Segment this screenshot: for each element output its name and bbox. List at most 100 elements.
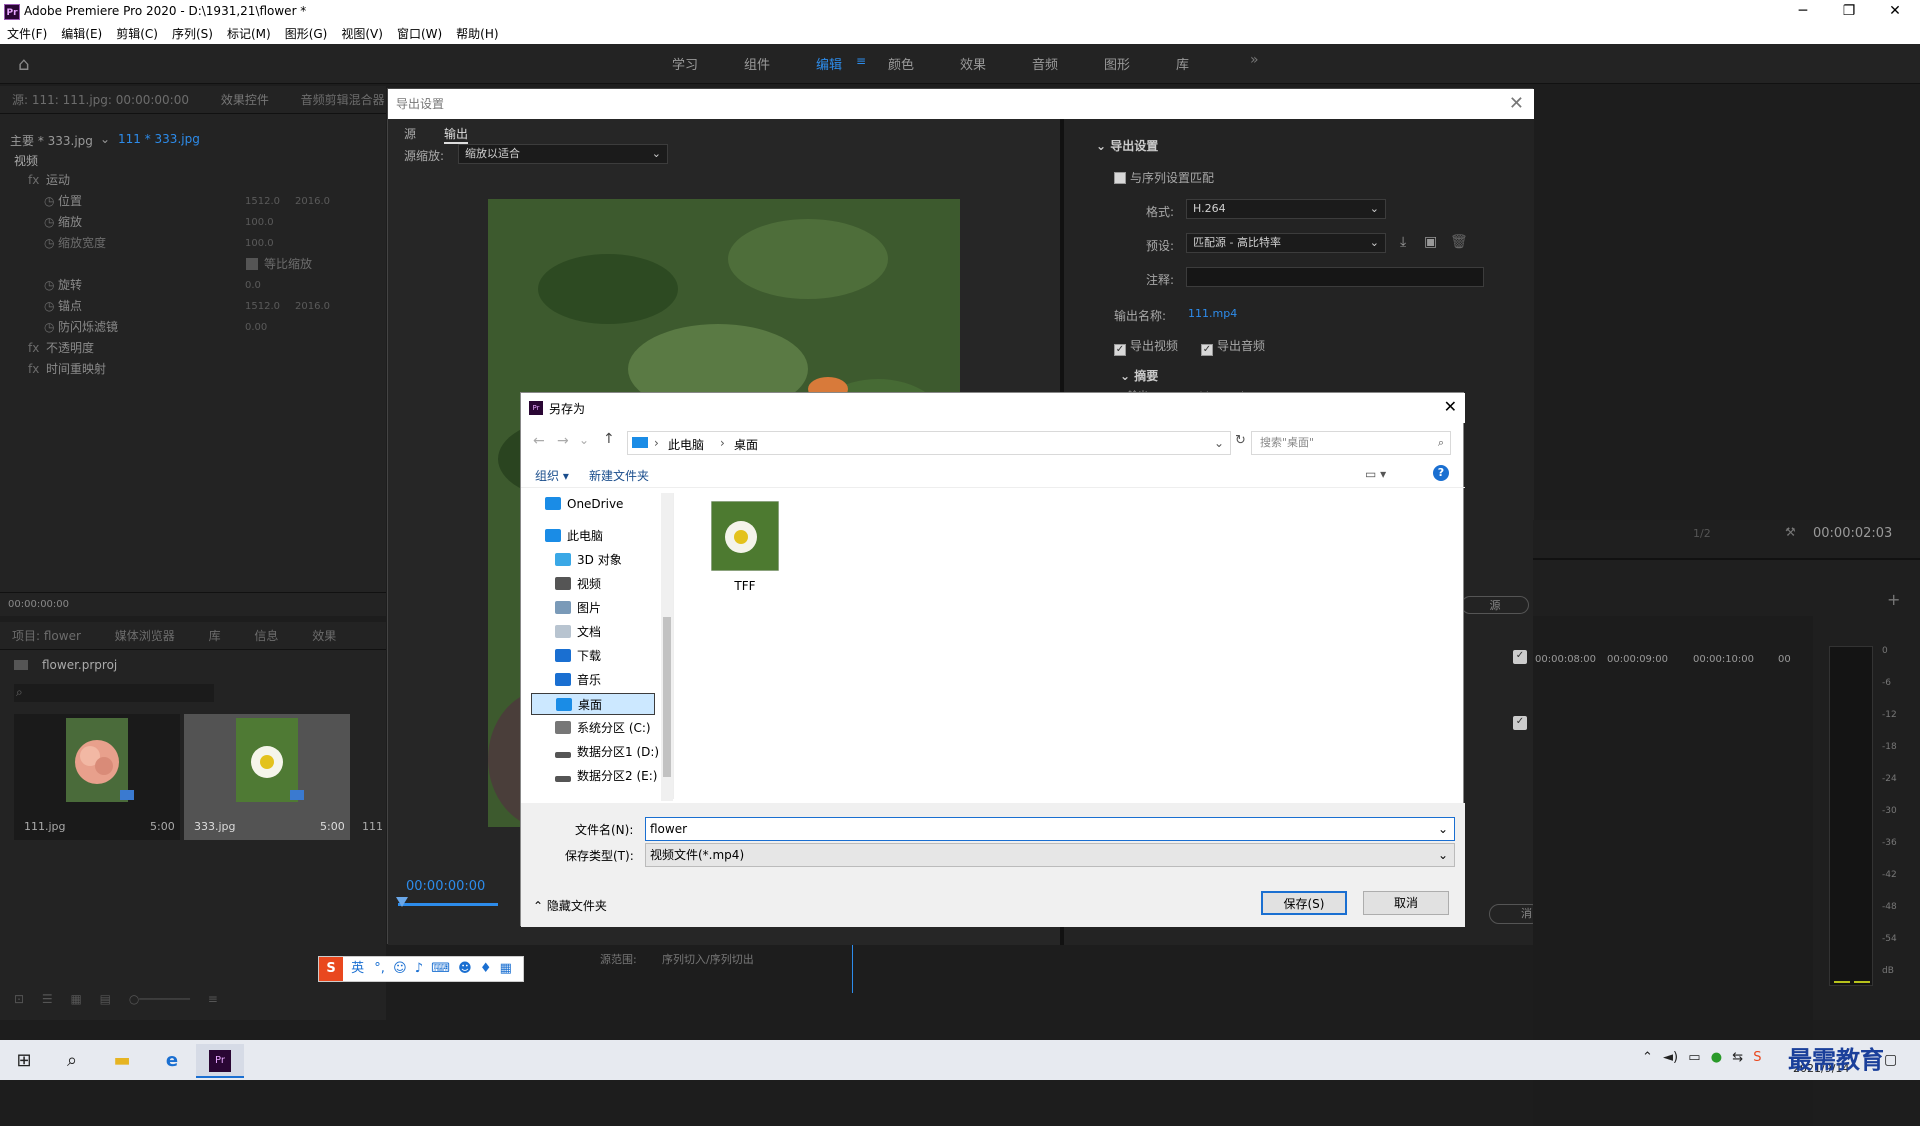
network-icon[interactable]: ▭ bbox=[1688, 1050, 1700, 1065]
effect-value[interactable]: 100.0 bbox=[245, 233, 274, 254]
menu-view[interactable]: 视图(V) bbox=[334, 25, 390, 43]
effect-row[interactable]: fx 运动 bbox=[0, 170, 386, 191]
export-audio-checkbox[interactable]: ✓ 导出音频 bbox=[1201, 337, 1265, 356]
effect-row[interactable]: 等比缩放 bbox=[0, 254, 386, 275]
effect-value[interactable]: 2016.0 bbox=[295, 296, 330, 317]
volume-icon[interactable]: ◄) bbox=[1663, 1050, 1678, 1065]
checkbox-checked-icon[interactable]: ✓ bbox=[1513, 650, 1527, 664]
effect-value[interactable]: 2016.0 bbox=[295, 191, 330, 212]
tab-editing[interactable]: 编辑 bbox=[816, 54, 842, 73]
sort-icon[interactable]: ≡ bbox=[208, 992, 218, 1006]
menu-edit[interactable]: 编辑(E) bbox=[54, 25, 109, 43]
fit-select[interactable]: 1/2 bbox=[1693, 527, 1753, 541]
minimize-button[interactable]: ─ bbox=[1780, 0, 1826, 24]
address-bar[interactable]: › 此电脑 › 桌面 ⌄ bbox=[627, 431, 1231, 455]
punctuation-icon[interactable]: °, bbox=[374, 961, 385, 976]
file-item[interactable]: TFF bbox=[705, 499, 785, 599]
effect-row[interactable]: fx 时间重映射 bbox=[0, 359, 386, 380]
effect-value[interactable]: 100.0 bbox=[245, 212, 274, 233]
path-desktop[interactable]: 桌面 bbox=[734, 436, 758, 453]
refresh-icon[interactable]: ↻ bbox=[1235, 433, 1246, 448]
effect-row[interactable]: ◷ 锚点 1512.0 2016.0 bbox=[0, 296, 386, 317]
stopwatch-icon[interactable]: ◷ bbox=[44, 296, 54, 317]
effect-value[interactable]: 0.00 bbox=[245, 317, 267, 338]
menu-window[interactable]: 窗口(W) bbox=[390, 25, 449, 43]
filetype-select[interactable]: 视频文件(*.mp4) ⌄ bbox=[645, 843, 1455, 867]
ime-lang[interactable]: 英 bbox=[351, 961, 364, 976]
delete-preset-icon[interactable]: 🗑 bbox=[1450, 234, 1468, 250]
filename-input[interactable]: flower ⌄ bbox=[645, 817, 1455, 841]
close-icon[interactable]: ✕ bbox=[1444, 397, 1457, 416]
playhead-range[interactable] bbox=[398, 903, 498, 906]
import-preset-icon[interactable]: ▣ bbox=[1424, 234, 1437, 250]
nav-pictures[interactable]: 图片 bbox=[551, 597, 665, 619]
preset-select[interactable]: 匹配源 - 高比特率 ⌄ bbox=[1186, 233, 1386, 253]
effect-value[interactable]: 0.0 bbox=[245, 275, 261, 296]
comment-input[interactable] bbox=[1186, 267, 1484, 287]
source-scale-select[interactable]: 缩放以适合 ⌄ bbox=[458, 144, 668, 164]
effect-row[interactable]: ◷ 缩放宽度 100.0 bbox=[0, 233, 386, 254]
source-range-value[interactable]: 序列切入/序列切出 bbox=[662, 951, 754, 967]
maximize-button[interactable]: ❐ bbox=[1826, 0, 1872, 24]
preview-timecode[interactable]: 00:00:00:00 bbox=[406, 879, 485, 894]
stopwatch-icon[interactable]: ◷ bbox=[44, 191, 54, 212]
wrench-icon[interactable]: ⚒ bbox=[1785, 525, 1796, 539]
project-item[interactable]: 111.jpg 5:00 bbox=[14, 714, 180, 840]
file-explorer-icon[interactable]: ▬ bbox=[98, 1044, 146, 1078]
path-this-pc[interactable]: 此电脑 bbox=[668, 436, 704, 453]
tab-audio-mixer[interactable]: 音频剪辑混合器 bbox=[301, 93, 385, 107]
lock-icon[interactable]: ⊡ bbox=[14, 992, 24, 1006]
keyboard-icon[interactable]: ⌨ bbox=[431, 961, 450, 976]
tab-effects[interactable]: 效果 bbox=[312, 629, 336, 643]
nav-drive-d[interactable]: 数据分区1 (D:) bbox=[551, 741, 665, 763]
sogou-logo-icon[interactable]: S bbox=[319, 957, 343, 981]
tab-learn[interactable]: 学习 bbox=[672, 54, 698, 73]
match-sequence-checkbox[interactable]: 与序列设置匹配 bbox=[1114, 169, 1214, 186]
nav-onedrive[interactable]: OneDrive bbox=[541, 493, 655, 515]
close-icon[interactable]: ✕ bbox=[1509, 93, 1524, 114]
effect-row[interactable]: ◷ 旋转 0.0 bbox=[0, 275, 386, 296]
premiere-taskbar-icon[interactable]: Pr bbox=[196, 1044, 244, 1078]
program-timecode[interactable]: 00:00:02:03 bbox=[1813, 526, 1892, 541]
export-video-checkbox[interactable]: ✓ 导出视频 bbox=[1114, 337, 1178, 356]
master-clip[interactable]: 主要 * 333.jpg bbox=[10, 132, 93, 149]
source-button[interactable]: 源 bbox=[1461, 596, 1529, 614]
security-icon[interactable]: ● bbox=[1711, 1050, 1722, 1065]
stopwatch-icon[interactable]: ◷ bbox=[44, 275, 54, 296]
effect-value[interactable]: 1512.0 bbox=[245, 191, 280, 212]
nav-drive-e[interactable]: 数据分区2 (E:) bbox=[551, 765, 665, 787]
tab-media-browser[interactable]: 媒体浏览器 bbox=[115, 629, 175, 643]
summary-header[interactable]: ⌄ 摘要 bbox=[1120, 367, 1158, 384]
save-preset-icon[interactable]: ⤓ bbox=[1400, 234, 1406, 250]
effect-row[interactable]: ◷ 防闪烁滤镜 0.00 bbox=[0, 317, 386, 338]
chevron-down-icon[interactable]: ⌄ bbox=[579, 433, 589, 447]
playhead-marker[interactable] bbox=[396, 897, 408, 907]
menu-clip[interactable]: 剪辑(C) bbox=[109, 25, 165, 43]
skin-icon[interactable]: ♦ bbox=[480, 961, 492, 976]
tab-libraries[interactable]: 库 bbox=[209, 629, 221, 643]
tab-audio[interactable]: 音频 bbox=[1032, 54, 1058, 73]
zoom-slider[interactable]: ○─────── bbox=[129, 992, 190, 1006]
menu-sequence[interactable]: 序列(S) bbox=[165, 25, 220, 43]
add-icon[interactable]: + bbox=[1887, 590, 1900, 609]
effect-timecode[interactable]: 00:00:00:00 bbox=[8, 599, 69, 610]
view-options-icon[interactable]: ▭ ▾ bbox=[1365, 467, 1386, 481]
effect-value[interactable]: 1512.0 bbox=[245, 296, 280, 317]
nav-3d-objects[interactable]: 3D 对象 bbox=[551, 549, 665, 571]
tab-output[interactable]: 输出 bbox=[444, 125, 469, 144]
search-input[interactable]: 搜索"桌面" ⌕ bbox=[1251, 431, 1451, 455]
notification-icon[interactable]: ▢ bbox=[1884, 1052, 1897, 1068]
search-icon[interactable]: ⌕ bbox=[48, 1044, 96, 1078]
stopwatch-icon[interactable]: ◷ bbox=[44, 317, 54, 338]
clip-name[interactable]: 111 * 333.jpg bbox=[118, 132, 200, 146]
tab-effects[interactable]: 效果 bbox=[960, 54, 986, 73]
search-input[interactable] bbox=[14, 684, 214, 702]
up-icon[interactable]: ↑ bbox=[603, 431, 615, 447]
list-view-icon[interactable]: ☰ bbox=[42, 992, 53, 1006]
home-icon[interactable]: ⌂ bbox=[18, 54, 38, 75]
save-button[interactable]: 保存(S) bbox=[1261, 891, 1347, 915]
effect-row[interactable]: ◷ 缩放 100.0 bbox=[0, 212, 386, 233]
help-icon[interactable]: ? bbox=[1433, 465, 1449, 481]
menu-icon[interactable]: ≡ bbox=[856, 54, 866, 68]
project-item-selected[interactable]: 333.jpg 5:00 bbox=[184, 714, 350, 840]
